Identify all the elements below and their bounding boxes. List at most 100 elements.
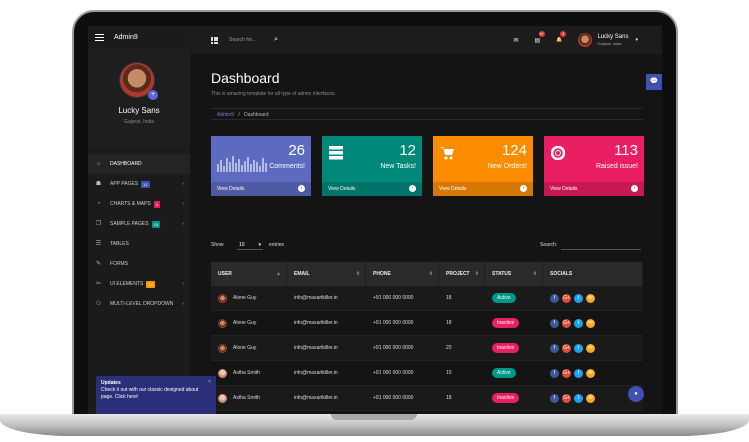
sidebar-item-label: DASHBOARD [110, 161, 142, 167]
stat-card: 26 Comments! View Details › [211, 136, 311, 196]
column-header-status[interactable]: STATUS ⇕ [485, 262, 543, 286]
column-header-socials[interactable]: SOCIALS [543, 262, 643, 286]
users-icon: ☗ [95, 181, 102, 187]
stat-value: 26 [288, 142, 305, 159]
email-icon[interactable]: ✉ [586, 393, 595, 403]
google-plus-icon[interactable]: G+ [562, 393, 571, 403]
chat-bubble-icon[interactable]: ● [628, 386, 644, 402]
table-search-input[interactable] [561, 240, 641, 250]
twitter-icon[interactable]: t [574, 318, 583, 328]
column-header-project[interactable]: PROJECT ⇕ [439, 262, 485, 286]
email-icon[interactable]: ✉ [586, 318, 595, 328]
count-badge: 12 [141, 180, 150, 188]
profile-panel: + Lucky Sans Gujarat, India [88, 48, 190, 150]
column-header-user[interactable]: USER ▲ [211, 262, 287, 286]
edit-icon: ✎ [95, 261, 102, 267]
chevron-left-icon: ‹ [182, 301, 184, 307]
facebook-icon[interactable]: f [550, 293, 559, 303]
email-icon[interactable]: ✉ [586, 368, 595, 378]
sidebar: Admin9 + Lucky Sans Gujarat, India ⌂ DASH… [88, 26, 190, 414]
avatar [218, 368, 227, 378]
count-badge: 12 [146, 280, 155, 288]
chevron-left-icon: ‹ [182, 281, 184, 287]
view-details-link[interactable]: View Details › [433, 182, 533, 196]
phone-cell: +91 000 000 0000 [366, 345, 439, 351]
close-icon[interactable]: × [208, 379, 211, 385]
sidebar-item-tables[interactable]: ☰ TABLES [88, 234, 190, 254]
breadcrumb: Admin9 / Dashboard [211, 108, 643, 120]
sidebar-item-ui-elements[interactable]: ✂ UI ELEMENTS 12 ‹ [88, 274, 190, 294]
google-plus-icon[interactable]: G+ [562, 343, 571, 353]
status-cell: Active [485, 293, 543, 303]
email: info@maxartkiller.in [294, 295, 338, 301]
sitemap-icon: ⚇ [95, 301, 102, 307]
google-plus-icon[interactable]: G+ [562, 293, 571, 303]
column-header-email[interactable]: EMAIL ⇕ [287, 262, 366, 286]
facebook-icon[interactable]: f [550, 318, 559, 328]
twitter-icon[interactable]: t [574, 393, 583, 403]
updates-text[interactable]: Check it out with our classic designed a… [101, 387, 211, 401]
sidebar-item-sample-pages[interactable]: ❐ SAMPLE PAGES 18 ‹ [88, 214, 190, 234]
chevron-down-icon[interactable]: ▾ [635, 37, 638, 43]
chevron-down-icon: ▾ [258, 242, 261, 248]
breadcrumb-separator: / [238, 112, 240, 118]
cart-icon [440, 147, 454, 160]
project-cell: 20 [439, 345, 485, 351]
user-name: Lucky Sans [597, 34, 629, 40]
sidebar-item-multi-level-dropdown[interactable]: ⚇ MULTI-LEVEL DROPDOWN ‹ [88, 294, 190, 314]
project-cell: 18 [439, 320, 485, 326]
main-content: Dashboard This is amazing template for a… [190, 54, 662, 414]
view-details-link[interactable]: View Details › [322, 182, 422, 196]
status-cell: Inactive [485, 318, 543, 328]
mail-icon[interactable]: ✉ [514, 37, 519, 44]
twitter-icon[interactable]: t [574, 343, 583, 353]
user-menu[interactable]: Lucky Sans Gujarat, India [597, 34, 628, 46]
project-count: 10 [446, 370, 452, 376]
tasks-notification[interactable]: ▤ 9+ [535, 30, 545, 44]
column-header-phone[interactable]: PHONE ⇕ [366, 262, 439, 286]
sidebar-item-dashboard[interactable]: ⌂ DASHBOARD [88, 154, 190, 174]
sidebar-item-forms[interactable]: ✎ FORMS [88, 254, 190, 274]
entries-select[interactable]: 10 ▾ [237, 240, 263, 250]
sort-icon: ⇕ [474, 271, 479, 277]
avatar [218, 318, 227, 328]
status-badge: Inactive [492, 343, 520, 353]
avatar-edit-icon[interactable]: + [148, 90, 158, 100]
bell-notification[interactable]: 🔔 4 [556, 31, 567, 43]
table-row: Alone Guy info@maxartkiller.in +91 000 000… [211, 286, 643, 311]
breadcrumb-home-link[interactable]: Admin9 [217, 112, 234, 118]
email-icon[interactable]: ✉ [586, 293, 595, 303]
sidebar-item-charts-maps[interactable]: ◔ CHARTS & MAPS 4 ‹ [88, 194, 190, 214]
tasks-count-badge: 9+ [538, 30, 545, 37]
facebook-icon[interactable]: f [550, 393, 559, 403]
menu-icon[interactable] [95, 33, 104, 41]
email: info@maxartkiller.in [294, 395, 338, 401]
user-cell: Astha Smith [211, 368, 287, 378]
twitter-icon[interactable]: t [574, 293, 583, 303]
sort-icon: ⇕ [428, 271, 433, 277]
facebook-icon[interactable]: f [550, 343, 559, 353]
sidebar-header: Admin9 [88, 26, 190, 48]
table-icon: ☰ [95, 241, 102, 247]
search-input[interactable] [229, 34, 273, 46]
google-plus-icon[interactable]: G+ [562, 368, 571, 378]
chat-icon[interactable]: 💬 [646, 74, 662, 90]
breadcrumb-current: Dashboard [244, 112, 269, 118]
stat-label: New Tasks! [380, 163, 416, 170]
sidebar-item-label: SAMPLE PAGES [110, 221, 149, 227]
stat-value: 12 [399, 142, 416, 159]
email-icon[interactable]: ✉ [586, 343, 595, 353]
facebook-icon[interactable]: f [550, 368, 559, 378]
updates-notice[interactable]: Updates Check it out with our classic de… [96, 376, 216, 414]
search-icon[interactable]: ⌕ [274, 36, 278, 44]
apps-grid-icon[interactable] [211, 36, 218, 44]
user-cell: Alone Guy [211, 318, 287, 328]
view-details-link[interactable]: View Details › [544, 182, 644, 196]
sidebar-item-app-pages[interactable]: ☗ APP PAGES 12 ‹ [88, 174, 190, 194]
twitter-icon[interactable]: t [574, 368, 583, 378]
column-header-label: USER [218, 271, 232, 277]
socials-cell: f G+ t ✉ [543, 343, 643, 353]
user-avatar[interactable] [578, 33, 593, 47]
view-details-link[interactable]: View Details › [211, 182, 311, 196]
google-plus-icon[interactable]: G+ [562, 318, 571, 328]
